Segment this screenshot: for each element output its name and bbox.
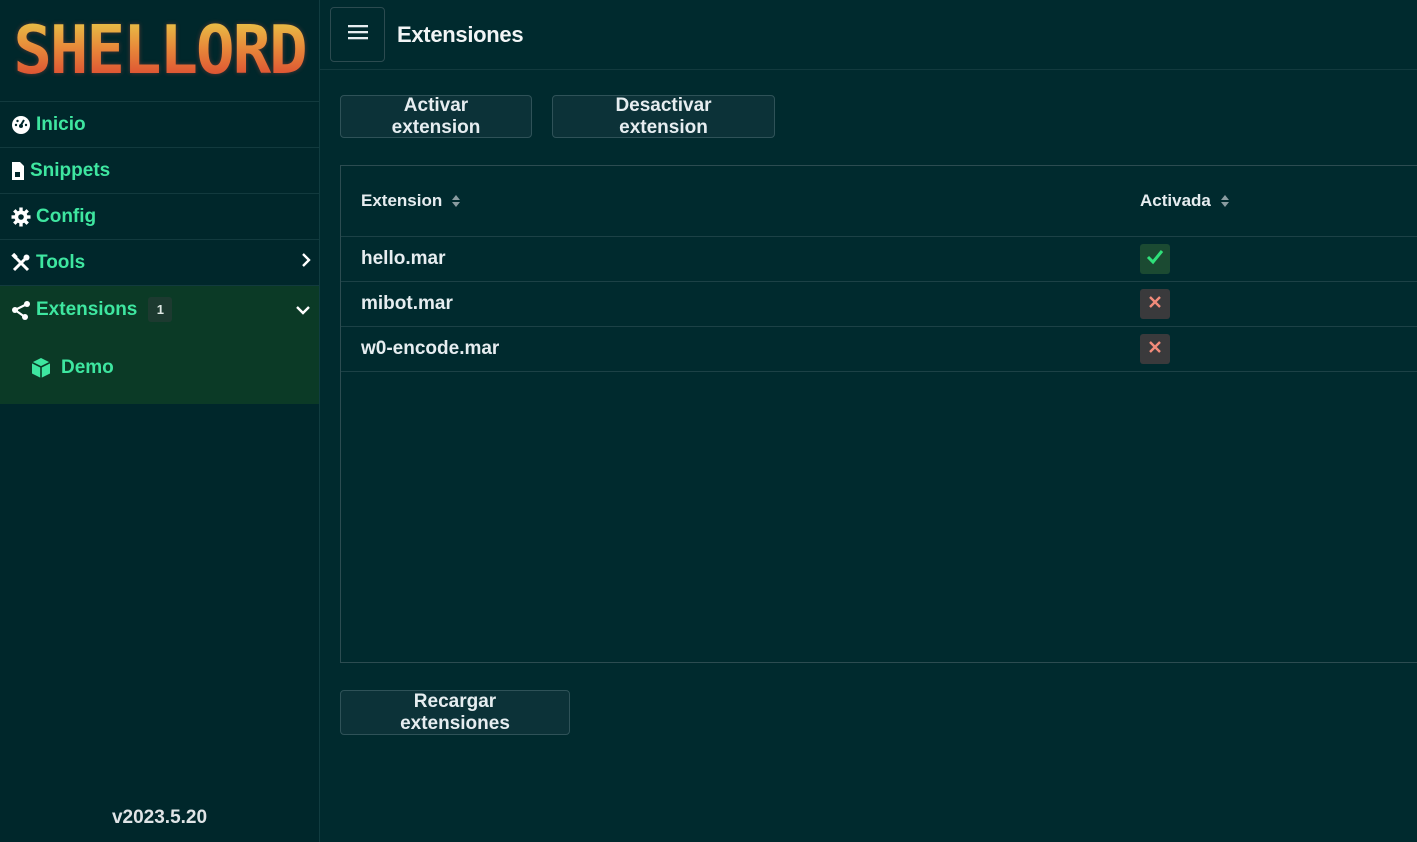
sidebar-item-config[interactable]: Config [0, 194, 319, 240]
table-header: Extension Activada [341, 166, 1417, 237]
sidebar-item-label: Config [36, 205, 97, 227]
sidebar-item-label: Inicio [36, 113, 86, 135]
sidebar-subitem-label: Demo [61, 357, 114, 378]
extensions-table: Extension Activada hello.mar mibot.mar w… [340, 165, 1417, 663]
menu-toggle-button[interactable] [330, 7, 385, 62]
column-header-activada[interactable]: Activada [1140, 166, 1230, 236]
page-title: Extensiones [397, 21, 524, 47]
column-header-label: Extension [361, 191, 443, 210]
sidebar-subitem-demo[interactable]: Demo [0, 333, 319, 403]
column-header-extension[interactable]: Extension [361, 166, 461, 236]
chevron-down-icon [295, 299, 311, 321]
deactivate-extension-button[interactable]: Desactivar extension [552, 95, 775, 138]
check-icon [1146, 249, 1164, 270]
column-header-label: Activada [1140, 191, 1211, 210]
tools-icon [10, 252, 32, 274]
count-badge: 1 [148, 297, 173, 322]
sidebar: SHELLORD Inicio Snippets Config Tools Ex… [0, 0, 320, 842]
gear-icon [10, 206, 32, 228]
reload-extensions-button[interactable]: Recargar extensiones [340, 690, 570, 735]
sidebar-group-extensions: Extensions 1 Demo [0, 286, 319, 404]
cube-icon [30, 357, 52, 379]
sort-icon [451, 194, 461, 208]
sort-icon [1220, 194, 1230, 208]
logo[interactable]: SHELLORD [0, 0, 319, 102]
table-row[interactable]: w0-encode.mar [341, 327, 1417, 372]
hamburger-icon [347, 24, 368, 45]
table-row[interactable]: mibot.mar [341, 282, 1417, 327]
status-inactive-badge [1140, 289, 1170, 319]
activate-extension-button[interactable]: Activar extension [340, 95, 532, 138]
topbar: Extensiones [320, 0, 1417, 70]
status-inactive-badge [1140, 334, 1170, 364]
extension-name: mibot.mar [361, 293, 453, 314]
table-row[interactable]: hello.mar [341, 237, 1417, 282]
share-nodes-icon [10, 299, 32, 321]
extension-name: hello.mar [361, 248, 446, 269]
sidebar-item-snippets[interactable]: Snippets [0, 148, 319, 194]
sidebar-item-label: Snippets [30, 159, 111, 181]
sidebar-item-inicio[interactable]: Inicio [0, 102, 319, 148]
x-icon [1148, 340, 1162, 359]
sidebar-item-label: Extensions [36, 298, 138, 320]
sidebar-item-label: Tools [36, 251, 86, 273]
status-active-badge [1140, 244, 1170, 274]
chevron-right-icon [301, 252, 311, 274]
x-icon [1148, 295, 1162, 314]
app-version: v2023.5.20 [111, 807, 208, 828]
extension-name: w0-encode.mar [361, 338, 500, 359]
dashboard-icon [10, 114, 32, 136]
logo-text: SHELLORD [13, 11, 307, 90]
sidebar-item-extensions[interactable]: Extensions 1 [0, 286, 319, 333]
sidebar-item-tools[interactable]: Tools [0, 240, 319, 286]
file-code-icon [10, 160, 26, 182]
